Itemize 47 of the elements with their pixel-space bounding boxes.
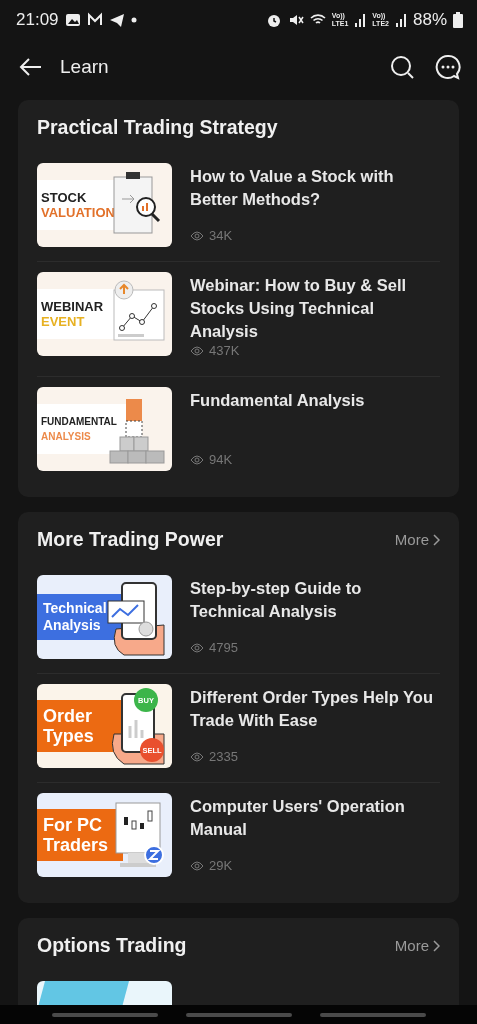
mute-icon	[287, 12, 304, 28]
chevron-right-icon	[432, 939, 440, 952]
eye-icon	[190, 454, 204, 465]
thumbnail-caption: ANALYSIS	[41, 430, 92, 444]
thumbnail-banner: For PC Traders	[37, 809, 123, 861]
section-title: Options Trading	[37, 934, 187, 957]
dot-icon	[130, 17, 137, 23]
section-title: More Trading Power	[37, 528, 224, 551]
thumbnail-caption: STOCK	[41, 190, 88, 205]
thumbnail-caption: VALUATION	[41, 205, 116, 220]
battery-icon	[453, 12, 463, 28]
alarm-icon	[265, 12, 282, 28]
eye-icon	[190, 642, 204, 653]
eye-icon	[190, 230, 204, 241]
chat-bubble-icon[interactable]	[435, 54, 461, 80]
article-title[interactable]: Fundamental Analysis	[190, 389, 440, 412]
battery-percentage: 88%	[412, 10, 447, 30]
signal-icon	[354, 13, 367, 27]
view-count: 94K	[209, 452, 233, 467]
eye-icon	[190, 860, 204, 871]
article-title[interactable]: Different Order Types Help You Trade With Ease	[190, 686, 440, 732]
thumbnail-caption: EVENT	[41, 314, 86, 329]
view-count: 2335	[209, 749, 238, 764]
page-title: Learn	[60, 56, 110, 78]
thumbnail-banner: Order Types	[37, 700, 123, 752]
thumbnail-caption: WEBINAR	[41, 299, 105, 314]
more-link[interactable]: More	[394, 937, 440, 954]
mail-icon	[86, 12, 103, 28]
signal-icon	[394, 13, 407, 27]
chevron-right-icon	[432, 533, 440, 546]
more-link[interactable]: More	[394, 531, 440, 548]
gallery-icon	[64, 12, 81, 28]
send-icon	[108, 12, 125, 28]
search-icon[interactable]	[389, 54, 415, 80]
eye-icon	[190, 751, 204, 762]
section-title: Practical Trading Strategy	[37, 116, 278, 139]
article-title[interactable]: Webinar: How to Buy & Sell Stocks Using Technical Analysis	[190, 274, 440, 343]
view-count: 34K	[209, 228, 233, 243]
status-time: 21:09	[16, 10, 59, 30]
view-count: 4795	[209, 640, 238, 655]
article-title[interactable]: Step-by-step Guide to Technical Analysis	[190, 577, 440, 623]
article-title[interactable]: How to Value a Stock with Better Methods?	[190, 165, 440, 211]
eye-icon	[190, 345, 204, 356]
thumbnail-caption: FUNDAMENTAL	[41, 415, 118, 429]
view-count: 437K	[209, 343, 240, 358]
article-title[interactable]: Computer Users' Operation Manual	[190, 795, 440, 841]
view-count: 29K	[209, 858, 233, 873]
